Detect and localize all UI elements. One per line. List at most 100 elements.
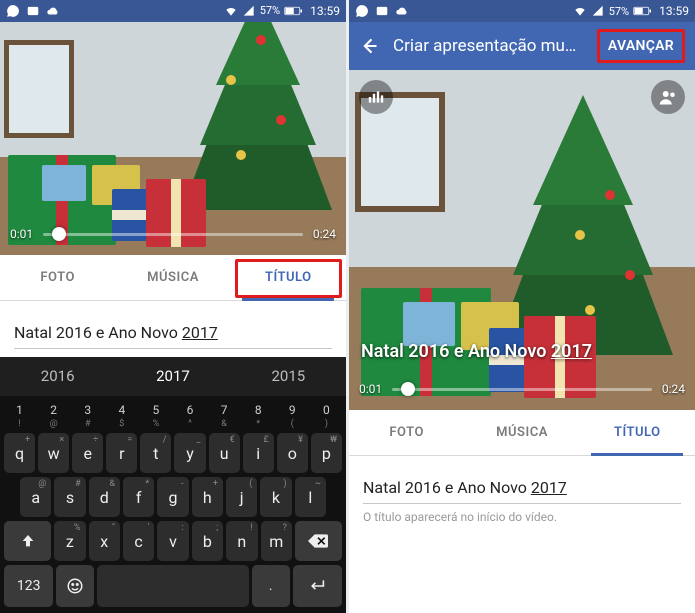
key-enter[interactable] (293, 565, 342, 607)
key-5[interactable]: 5% (140, 400, 171, 429)
seek-track[interactable] (43, 233, 303, 236)
key-4[interactable]: 4$ (106, 400, 137, 429)
tag-people-icon[interactable] (651, 80, 685, 114)
tab-row: FOTO MÚSICA TÍTULO (349, 410, 695, 456)
key-j[interactable]: j( (226, 477, 257, 517)
key-u[interactable]: u€ (209, 433, 240, 473)
cloud-icon (46, 4, 60, 18)
key-9[interactable]: 9( (277, 400, 308, 429)
signal-icon (242, 4, 256, 18)
phone-right: 57% 13:59 Criar apresentação mu… AVANÇAR (349, 0, 695, 613)
key-w[interactable]: w× (38, 433, 69, 473)
key-q[interactable]: q+ (4, 433, 35, 473)
tab-row: FOTO MÚSICA TÍTULO (0, 255, 346, 300)
battery-percent: 57% (260, 4, 280, 17)
key-b[interactable]: b; (192, 521, 223, 561)
time-current: 0:01 (10, 227, 33, 241)
keyboard-suggestions: 2016 2017 2015 (0, 357, 346, 396)
phone-left: 57% 13:59 0:01 0:24 FOTO MÚSICA TÍTULO (0, 0, 346, 613)
tab-titulo[interactable]: TÍTULO (580, 410, 695, 455)
key-x[interactable]: x" (89, 521, 120, 561)
cloud-icon (395, 4, 409, 18)
appbar-title: Criar apresentação mu… (393, 36, 583, 56)
video-preview[interactable]: Natal 2016 e Ano Novo 2017 0:01 0:24 (349, 70, 695, 410)
tab-titulo[interactable]: TÍTULO (231, 255, 346, 299)
whatsapp-icon (6, 4, 20, 18)
key-i[interactable]: i£ (243, 433, 274, 473)
battery-icon (633, 6, 651, 16)
key-7[interactable]: 7& (209, 400, 240, 429)
video-preview[interactable]: 0:01 0:24 (0, 22, 346, 256)
clock: 13:59 (310, 4, 340, 18)
advance-button[interactable]: AVANÇAR (597, 29, 685, 63)
key-a[interactable]: a@ (20, 477, 51, 517)
key-f[interactable]: f* (123, 477, 154, 517)
whatsapp-icon (355, 4, 369, 18)
key-m[interactable]: m? (261, 521, 292, 561)
key-t[interactable]: t/ (140, 433, 171, 473)
seek-track[interactable] (392, 388, 652, 391)
key-emoji[interactable] (56, 565, 94, 607)
title-input[interactable]: Natal 2016 e Ano Novo 2017 (14, 319, 332, 349)
suggestion[interactable]: 2016 (41, 367, 75, 385)
gallery-icon (26, 4, 40, 18)
title-editor: Natal 2016 e Ano Novo 2017 (0, 301, 346, 357)
time-total: 0:24 (313, 227, 336, 241)
key-n[interactable]: n! (226, 521, 257, 561)
key-p[interactable]: p₩ (311, 433, 342, 473)
key-k[interactable]: k) (260, 477, 291, 517)
key-space[interactable] (97, 565, 249, 607)
title-input[interactable]: Natal 2016 e Ano Novo 2017 (363, 474, 681, 504)
key-6[interactable]: 6^ (174, 400, 205, 429)
video-title-overlay: Natal 2016 e Ano Novo 2017 (361, 341, 592, 362)
key-backspace[interactable] (295, 521, 342, 561)
key-c[interactable]: c' (123, 521, 154, 561)
key-y[interactable]: y_ (174, 433, 205, 473)
key-8[interactable]: 8* (243, 400, 274, 429)
tab-foto[interactable]: FOTO (349, 410, 464, 455)
battery-icon (284, 6, 302, 16)
battery-percent: 57% (609, 5, 629, 18)
key-e[interactable]: e÷ (72, 433, 103, 473)
app-bar: Criar apresentação mu… AVANÇAR (349, 22, 695, 70)
key-shift[interactable] (4, 521, 51, 561)
key-z[interactable]: z% (54, 521, 85, 561)
tab-musica[interactable]: MÚSICA (464, 410, 579, 455)
key-r[interactable]: r= (106, 433, 137, 473)
key-2[interactable]: 2@ (38, 400, 69, 429)
key-v[interactable]: v: (157, 521, 188, 561)
key-h[interactable]: h+ (192, 477, 223, 517)
wifi-icon (224, 4, 238, 18)
key-0[interactable]: 0) (311, 400, 342, 429)
seek-knob[interactable] (52, 227, 66, 241)
key-d[interactable]: d& (89, 477, 120, 517)
key-l[interactable]: l~ (295, 477, 326, 517)
gallery-icon (375, 4, 389, 18)
key-1[interactable]: 1! (4, 400, 35, 429)
key-s[interactable]: s# (54, 477, 85, 517)
time-current: 0:01 (359, 382, 382, 396)
suggestion-selected[interactable]: 2017 (156, 367, 190, 385)
video-progress[interactable]: 0:01 0:24 (359, 382, 685, 396)
key-o[interactable]: o¥ (277, 433, 308, 473)
back-icon[interactable] (359, 36, 379, 56)
equalizer-icon[interactable] (359, 80, 393, 114)
key-3[interactable]: 3# (72, 400, 103, 429)
seek-knob[interactable] (401, 382, 415, 396)
key-symbols[interactable]: 123 (4, 565, 53, 607)
status-bar: 57% 13:59 (0, 0, 346, 22)
suggestion[interactable]: 2015 (271, 367, 305, 385)
title-hint: O título aparecerá no início do vídeo. (363, 510, 681, 524)
video-progress[interactable]: 0:01 0:24 (10, 227, 336, 241)
key-g[interactable]: g- (157, 477, 188, 517)
soft-keyboard: 1! 2@ 3# 4$ 5% 6^ 7& 8* 9( 0) q+ w× e÷ r… (0, 396, 346, 613)
signal-icon (591, 4, 605, 18)
wifi-icon (573, 4, 587, 18)
tab-musica[interactable]: MÚSICA (115, 255, 230, 299)
key-period[interactable]: . (252, 565, 290, 607)
tab-foto[interactable]: FOTO (0, 255, 115, 299)
clock: 13:59 (659, 4, 689, 18)
status-bar: 57% 13:59 (349, 0, 695, 22)
title-editor: Natal 2016 e Ano Novo 2017 O título apar… (349, 456, 695, 532)
time-total: 0:24 (662, 382, 685, 396)
